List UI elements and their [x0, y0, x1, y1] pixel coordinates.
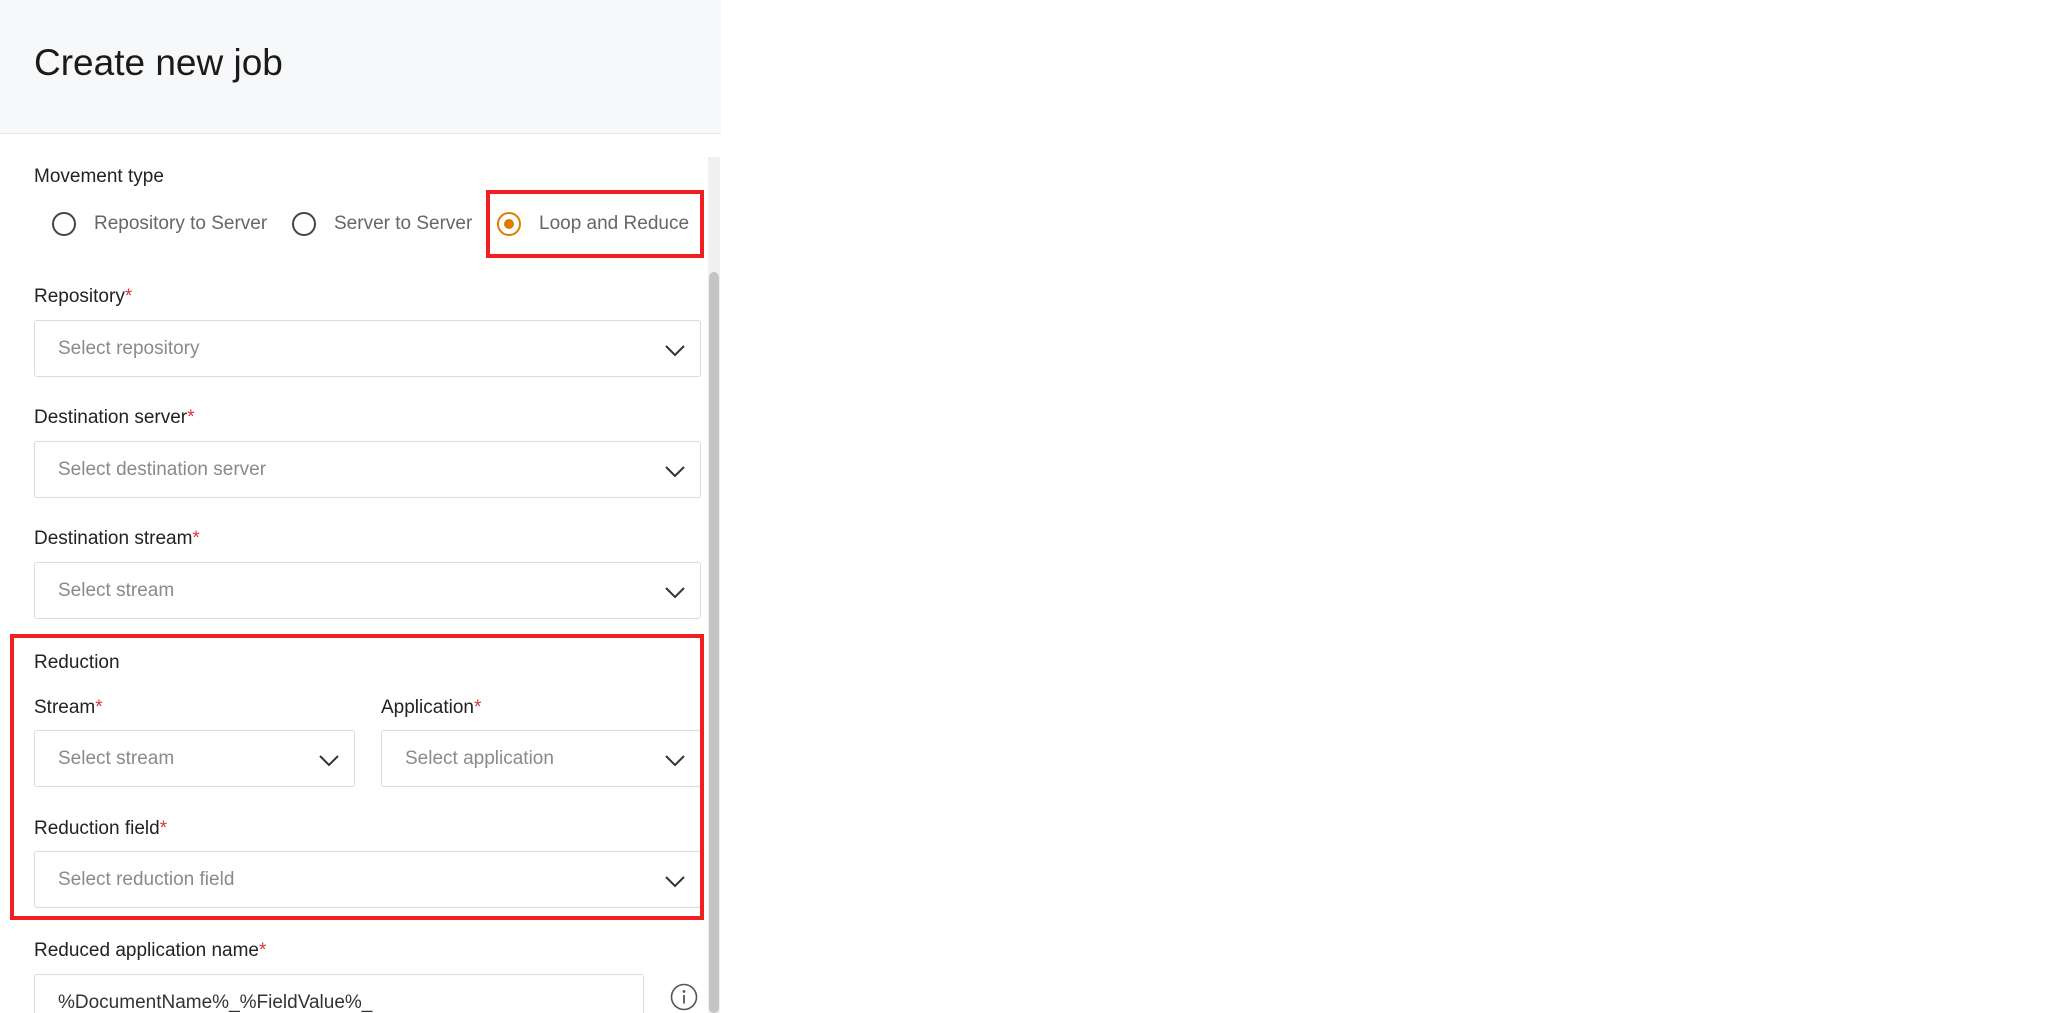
radio-server-to-server[interactable]: Server to Server — [292, 212, 472, 236]
reduction-section-label: Reduction — [34, 652, 120, 673]
reduced-app-name-label: Reduced application name* — [34, 940, 266, 962]
required-marker: * — [187, 407, 195, 428]
chevron-down-icon — [665, 587, 685, 599]
chevron-down-icon — [665, 345, 685, 357]
application-label: Application* — [381, 697, 481, 719]
chevron-down-icon — [319, 755, 339, 767]
reduction-stream-label: Stream* — [34, 697, 103, 719]
reduced-app-name-input[interactable]: %DocumentName%_%FieldValue%_ — [34, 974, 644, 1013]
destination-stream-label-text: Destination stream — [34, 528, 193, 549]
reduced-app-name-label-text: Reduced application name — [34, 940, 259, 961]
chevron-down-icon — [665, 876, 685, 888]
radio-circle-icon — [292, 212, 316, 236]
destination-server-label: Destination server* — [34, 407, 195, 429]
scrollbar-thumb[interactable] — [709, 272, 719, 1013]
application-placeholder: Select application — [405, 748, 554, 769]
required-marker: * — [124, 286, 133, 307]
reduction-stream-placeholder: Select stream — [58, 748, 175, 769]
page-title: Create new job — [34, 42, 283, 83]
application-label-text: Application — [381, 697, 474, 718]
radio-circle-icon — [52, 212, 76, 236]
reduction-stream-select[interactable]: Select stream — [34, 730, 355, 787]
destination-server-placeholder: Select destination server — [58, 459, 267, 480]
required-marker: * — [159, 818, 168, 839]
required-marker: * — [192, 528, 200, 549]
reduction-field-label: Reduction field* — [34, 818, 167, 840]
destination-server-label-text: Destination server — [34, 407, 188, 428]
create-job-panel: Create new job Movement type Repository … — [0, 0, 721, 1013]
reduction-field-placeholder: Select reduction field — [58, 869, 235, 890]
reduction-field-label-text: Reduction field — [34, 818, 160, 839]
destination-stream-label: Destination stream* — [34, 528, 200, 550]
reduction-field-select[interactable]: Select reduction field — [34, 851, 701, 908]
destination-stream-placeholder: Select stream — [58, 580, 175, 601]
chevron-down-icon — [665, 755, 685, 767]
panel-header: Create new job — [0, 0, 721, 134]
required-marker: * — [95, 697, 103, 718]
reduction-stream-label-text: Stream — [34, 697, 96, 718]
destination-stream-select[interactable]: Select stream — [34, 562, 701, 619]
destination-server-select[interactable]: Select destination server — [34, 441, 701, 498]
radio-label: Loop and Reduce — [539, 213, 690, 234]
info-icon[interactable] — [670, 983, 698, 1011]
radio-repository-to-server[interactable]: Repository to Server — [52, 212, 267, 236]
required-marker: * — [473, 697, 482, 718]
repository-label: Repository* — [34, 286, 132, 308]
reduced-app-name-value: %DocumentName%_%FieldValue%_ — [58, 992, 373, 1013]
repository-select[interactable]: Select repository — [34, 320, 701, 377]
radio-loop-and-reduce[interactable]: Loop and Reduce — [497, 212, 689, 236]
radio-label: Server to Server — [334, 213, 473, 234]
repository-label-text: Repository — [34, 286, 125, 307]
movement-type-label: Movement type — [34, 166, 164, 187]
required-marker: * — [259, 940, 267, 961]
chevron-down-icon — [665, 466, 685, 478]
repository-placeholder: Select repository — [58, 338, 200, 359]
application-select[interactable]: Select application — [381, 730, 701, 787]
radio-checked-icon — [497, 212, 521, 236]
radio-label: Repository to Server — [94, 213, 268, 234]
